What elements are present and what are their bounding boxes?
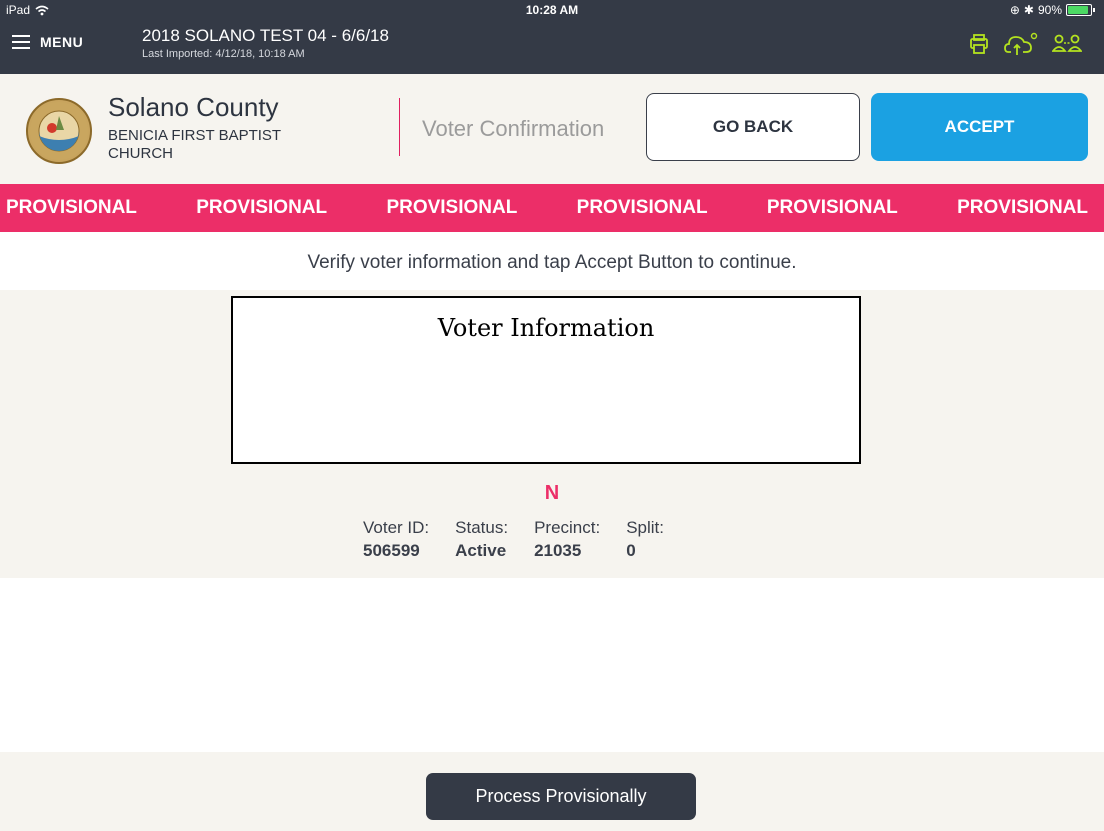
accept-button[interactable]: ACCEPT: [871, 93, 1088, 161]
field-value: 0: [626, 541, 636, 560]
menu-button[interactable]: MENU: [12, 34, 83, 50]
field-label: Voter ID:: [363, 518, 430, 537]
printer-icon[interactable]: [968, 33, 990, 55]
county-info: Solano County BENICIA FIRST BAPTIST CHUR…: [108, 92, 308, 163]
page-title: Voter Confirmation: [422, 116, 605, 141]
provisional-label: PROVISIONAL: [957, 197, 1088, 218]
county-name: Solano County: [108, 92, 279, 122]
instruction-text: Verify voter information and tap Accept …: [307, 252, 797, 273]
process-provisionally-button[interactable]: Process Provisionally: [426, 773, 696, 820]
footer-bar: Process Provisionally: [0, 752, 1104, 831]
nav-icons: [968, 32, 1082, 56]
field-label: Split:: [626, 518, 664, 537]
provisional-label: PROVISIONAL: [196, 197, 328, 218]
polling-location: BENICIA FIRST BAPTIST CHURCH: [108, 127, 281, 162]
top-nav-bar: MENU 2018 SOLANO TEST 04 - 6/6/18 Last I…: [0, 20, 1104, 74]
voter-info-box: Voter Information: [231, 296, 861, 464]
provisional-label: PROVISIONAL: [386, 197, 518, 218]
field-label: Precinct:: [534, 518, 601, 537]
status-bar: iPad 10:28 AM ⊕ ✱ 90%: [0, 0, 1104, 20]
last-imported: Last Imported: 4/12/18, 10:18 AM: [142, 48, 305, 60]
election-title: 2018 SOLANO TEST 04 - 6/6/18: [142, 26, 389, 45]
election-info: 2018 SOLANO TEST 04 - 6/6/18 Last Import…: [142, 26, 389, 60]
voter-info-title: Voter Information: [437, 314, 655, 342]
header-divider: [399, 98, 400, 156]
voter-name-letter: N: [544, 482, 560, 504]
field-value: Active: [455, 541, 507, 560]
provisional-label: PROVISIONAL: [6, 197, 137, 218]
hamburger-icon: [12, 35, 30, 49]
voter-panel: Voter Information N Voter ID: 506599 Sta…: [0, 290, 1104, 578]
cloud-upload-icon[interactable]: [1004, 32, 1038, 56]
field-value: 506599: [363, 541, 420, 560]
voter-details: Voter ID: 506599 Status: Active Precinct…: [363, 518, 664, 561]
status-field: Status: Active: [455, 518, 508, 561]
county-seal-logo: [26, 98, 92, 164]
precinct-field: Precinct: 21035: [534, 518, 600, 561]
provisional-label: PROVISIONAL: [576, 197, 708, 218]
bluetooth-icon: ✱: [1023, 3, 1034, 17]
orientation-lock-icon: ⊕: [1009, 3, 1020, 17]
voter-id-field: Voter ID: 506599: [363, 518, 429, 561]
page-header: Solano County BENICIA FIRST BAPTIST CHUR…: [0, 74, 1104, 184]
provisional-banner: PROVISIONAL PROVISIONAL PROVISIONAL PROVISI…: [0, 184, 1104, 232]
go-back-button[interactable]: GO BACK: [646, 93, 860, 161]
users-icon[interactable]: [1052, 33, 1082, 55]
battery-percent: 90%: [1037, 3, 1062, 17]
field-label: Status:: [455, 518, 509, 537]
provisional-label: PROVISIONAL: [766, 197, 898, 218]
battery-icon: [1066, 4, 1095, 16]
menu-label: MENU: [40, 34, 84, 50]
field-value: 21035: [534, 541, 582, 560]
split-field: Split: 0: [626, 518, 664, 561]
status-right: ⊕ ✱ 90%: [1009, 3, 1095, 17]
status-time: 10:28 AM: [525, 3, 579, 17]
